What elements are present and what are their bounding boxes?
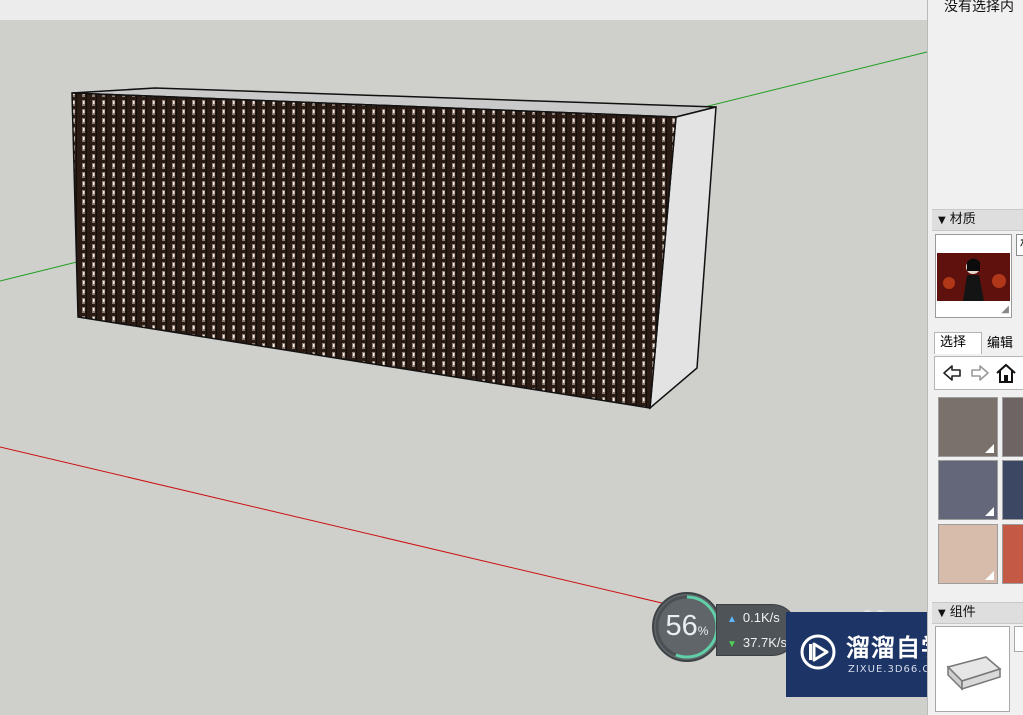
play-logo-icon [800,634,836,670]
upload-speed: ▲ 0.1K/s [727,610,780,625]
material-swatch[interactable] [1002,524,1023,584]
material-swatch[interactable] [938,524,998,584]
resize-grip-icon[interactable]: ◢ [1001,304,1009,315]
entity-info-title: 没有选择内 [944,0,1014,15]
material-thumbnail [937,253,1010,301]
collapse-triangle-icon[interactable]: ▼ [938,608,946,619]
tab-edit[interactable]: 编辑 [984,334,1023,354]
red-axis-line [0,446,701,613]
components-panel-header[interactable]: ▼ 组件 [932,602,1023,624]
materials-panel-header[interactable]: ▼ 材质 [932,209,1023,231]
material-name-field[interactable]: 材 [1016,234,1023,256]
back-icon[interactable] [941,363,963,383]
download-speed: ▼ 37.7K/s [727,635,787,650]
component-preview-secondary[interactable] [1014,626,1023,652]
arrow-up-icon: ▲ [727,614,737,625]
home-icon[interactable] [995,363,1017,383]
performance-percent: 56% [665,610,709,642]
arrow-down-icon: ▼ [727,639,737,650]
performance-gauge: 56% [652,592,722,662]
swatch-corner-icon [985,444,994,453]
material-preview[interactable]: ◢ [935,234,1012,318]
material-nav-bar [934,356,1023,390]
material-swatch[interactable] [938,460,998,520]
forward-icon[interactable] [969,363,991,383]
tab-select[interactable]: 选择 [934,332,982,354]
swatch-corner-icon [985,571,994,580]
box-front-face [71,92,677,409]
collapse-triangle-icon[interactable]: ▼ [938,215,946,226]
material-swatch[interactable] [938,397,998,457]
default-tray: 没有选择内 ▼材质 ◢ 材 选择 编辑 ▼组件 [927,0,1023,715]
component-thumbnail [946,656,1002,691]
viewport-top-strip [0,0,927,20]
swatch-corner-icon [985,507,994,516]
component-preview[interactable] [935,626,1010,712]
material-swatch[interactable] [1002,460,1023,520]
material-swatch[interactable] [1002,397,1023,457]
